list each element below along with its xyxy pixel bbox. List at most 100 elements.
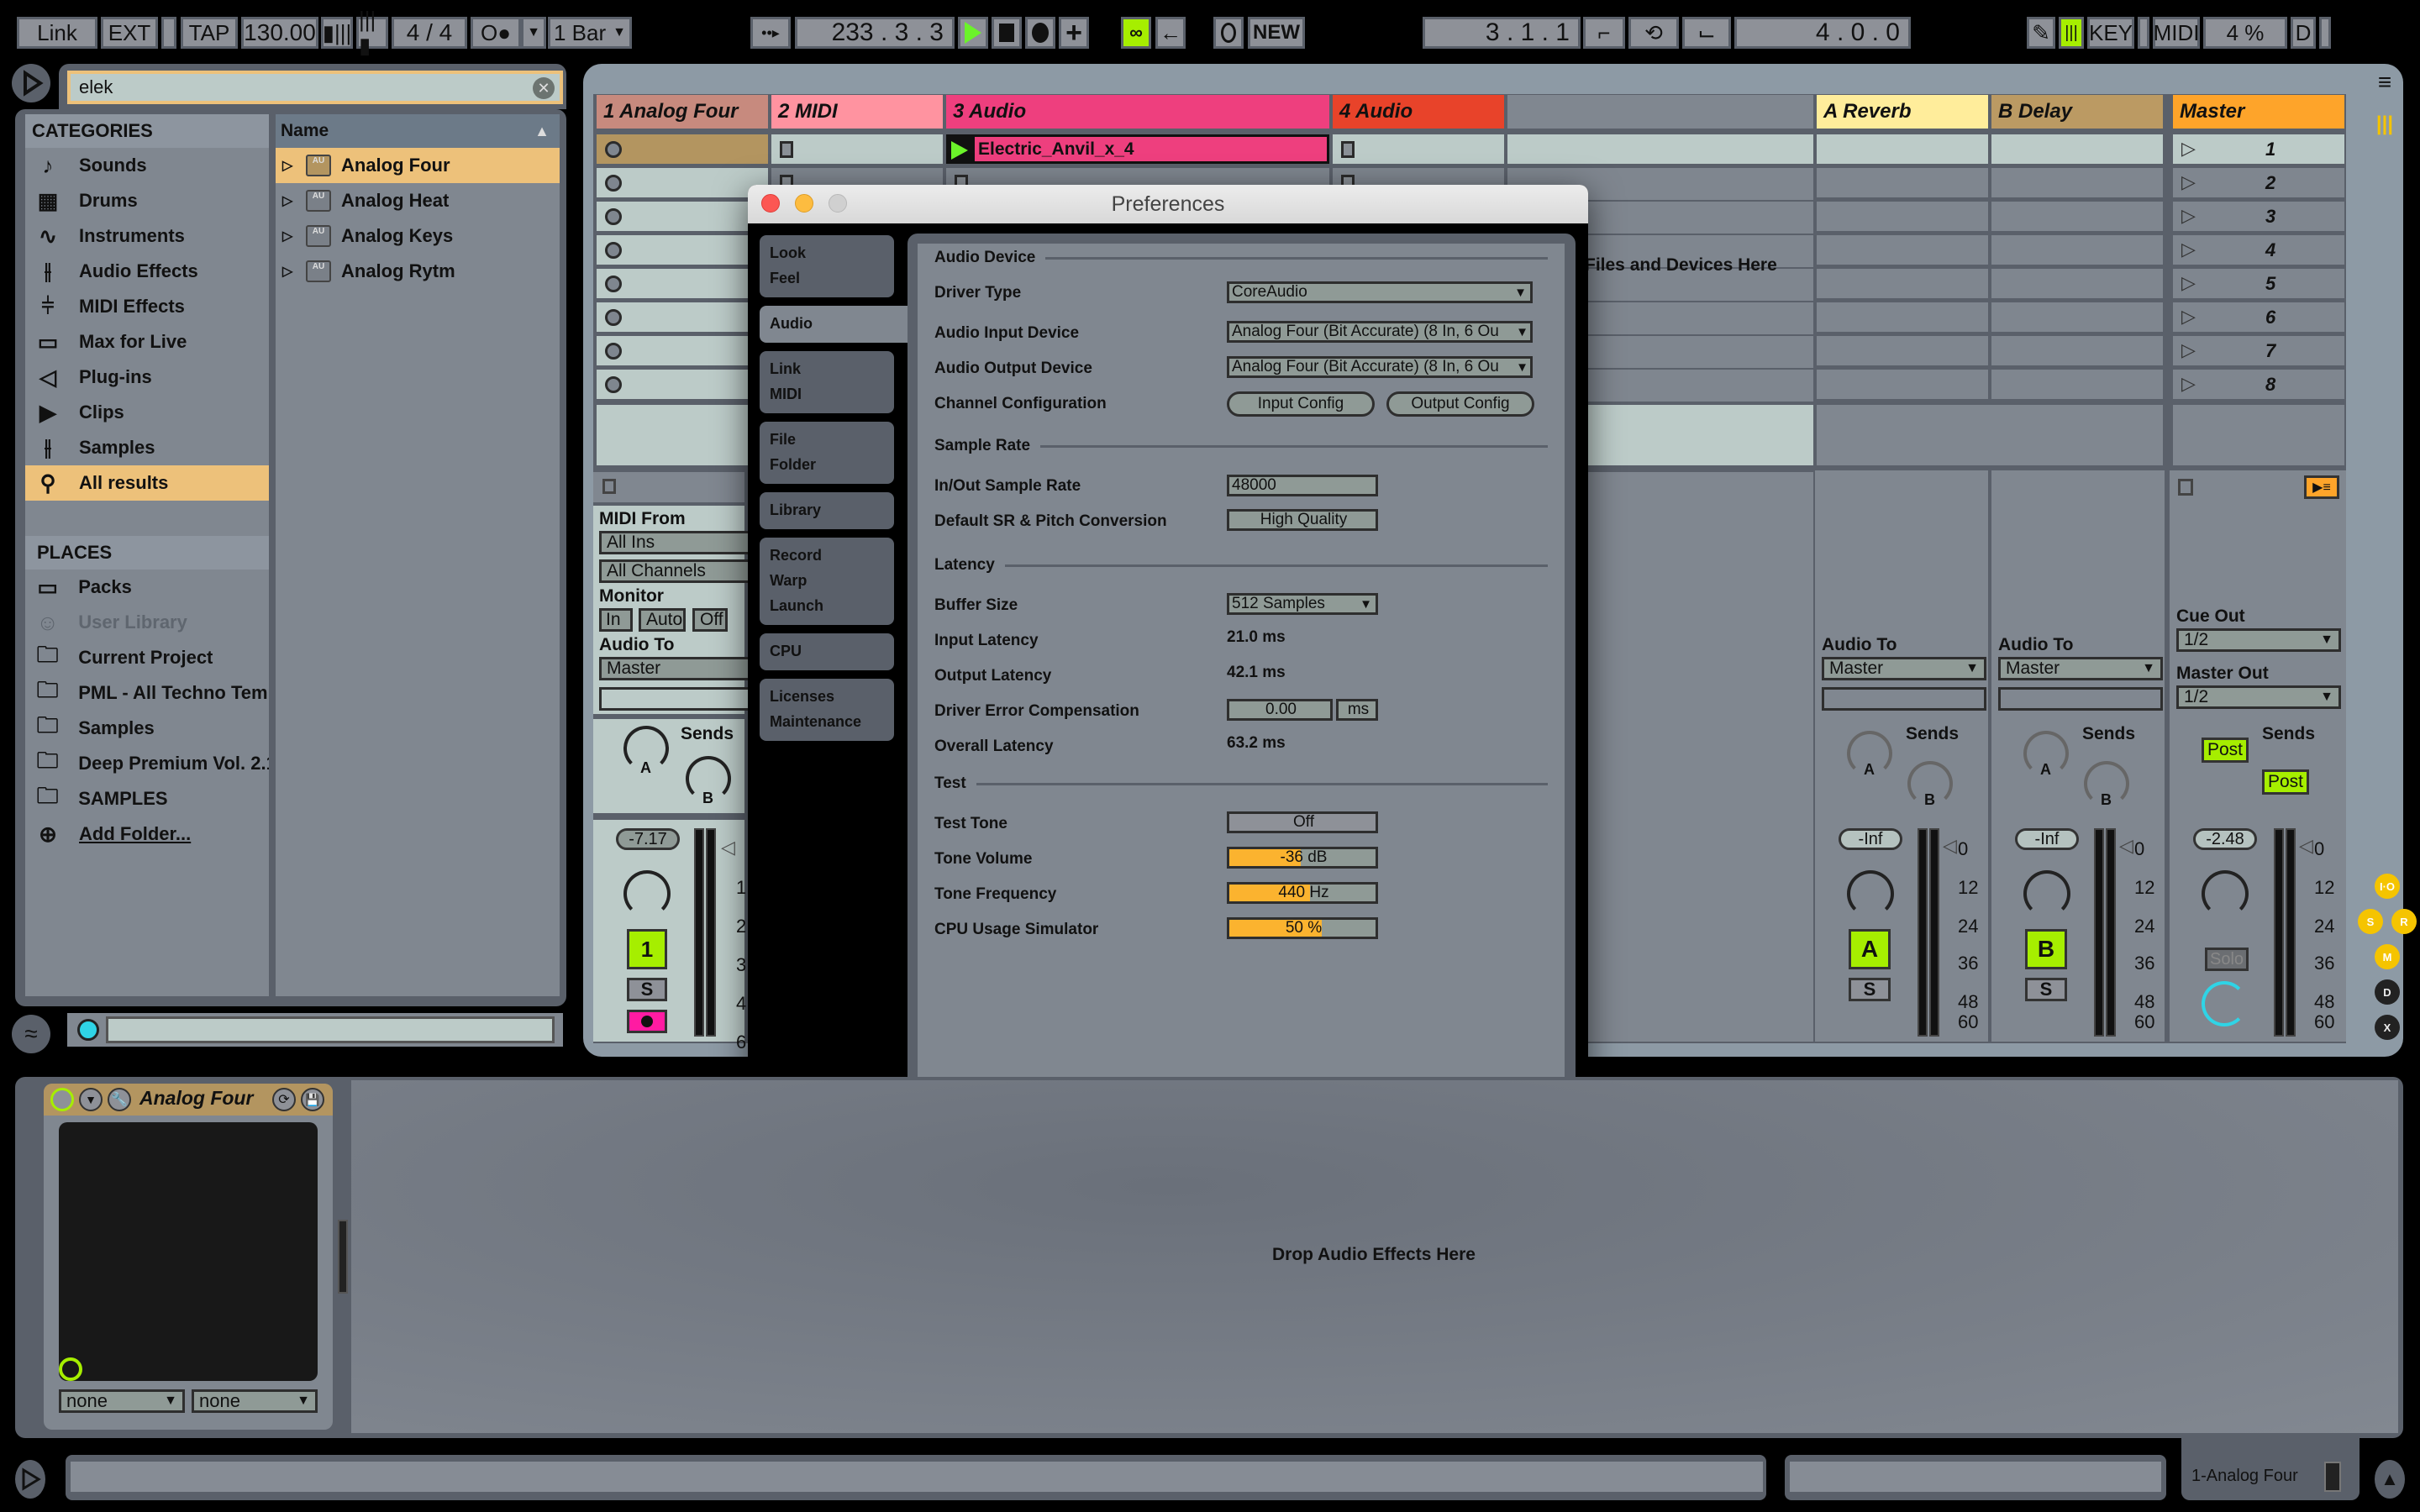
scene-play-icon[interactable]: ▷ [2181, 272, 2196, 294]
device-reload-button[interactable]: ⟳ [272, 1088, 296, 1111]
return-clip-slot[interactable] [1991, 202, 2163, 234]
place-item[interactable]: 🗀 PML - All Techno Temp [25, 675, 269, 711]
return-b-audio-to-dropdown[interactable]: Master ▼ [1998, 657, 2163, 680]
link-button[interactable]: Link [17, 17, 97, 49]
return-clip-slot[interactable] [1991, 302, 2163, 334]
category-item[interactable]: ⫩ MIDI Effects [25, 289, 269, 324]
place-item[interactable]: ☺ User Library [25, 605, 269, 640]
info-view-toggle[interactable] [15, 1460, 45, 1499]
return-clip-slot[interactable] [1991, 370, 2163, 402]
track-activator-button[interactable]: 1 [627, 929, 667, 969]
solo-button[interactable]: S [627, 978, 667, 1001]
category-item[interactable]: ▭ Max for Live [25, 324, 269, 360]
test-tone-toggle[interactable]: Off [1227, 811, 1378, 833]
monitor-in-button[interactable]: In [599, 608, 633, 632]
loop-length-field[interactable]: 4 . 0 . 0 [1734, 17, 1911, 49]
pref-tab-record[interactable]: Record Warp Launch [760, 538, 894, 625]
delay-button[interactable]: D [2375, 979, 2400, 1005]
scene-launch[interactable]: ▷ 1 [2173, 134, 2344, 166]
master-out-dropdown[interactable]: 1/2 ▼ [2176, 685, 2341, 709]
pan-knob[interactable] [623, 870, 671, 917]
clip-slot[interactable] [597, 168, 768, 200]
input-config-button[interactable]: Input Config [1227, 391, 1375, 417]
cpu-usage-simulator-slider[interactable]: 50 % [1227, 917, 1378, 939]
scene-launch[interactable]: ▷ 4 [2173, 235, 2344, 267]
draw-mode-button[interactable]: ✎ [2027, 17, 2055, 49]
output-config-button[interactable]: Output Config [1386, 391, 1534, 417]
return-clip-slot[interactable] [1817, 336, 1988, 368]
scene-play-icon[interactable]: ▷ [2181, 373, 2196, 395]
clip-slot[interactable] [597, 134, 768, 166]
quantize-dropdown[interactable]: 1 Bar ▼ [548, 17, 632, 49]
return-b-fader-handle[interactable]: ◁ [2119, 835, 2133, 857]
return-track-header[interactable]: B Delay [1991, 95, 2163, 129]
close-window-button[interactable] [761, 194, 780, 213]
track-header[interactable]: 1 Analog Four [597, 95, 768, 129]
return-b-pan-knob[interactable] [2023, 870, 2070, 917]
follow-button[interactable]: ••▸ [750, 17, 791, 49]
return-a-activator-button[interactable]: A [1849, 929, 1891, 969]
return-a-audio-to-dropdown[interactable]: Master ▼ [1822, 657, 1986, 680]
clip-slot[interactable] [771, 134, 943, 166]
computer-midi-keyboard-button[interactable]: ||| [2059, 17, 2084, 49]
hide-button[interactable]: X [2375, 1015, 2400, 1040]
return-clip-slot[interactable] [1991, 168, 2163, 200]
clip-play-icon[interactable] [951, 141, 968, 160]
category-item[interactable]: ♪ Sounds [25, 148, 269, 183]
scene-launch[interactable]: ▷ 2 [2173, 168, 2344, 200]
return-a-fader-handle[interactable]: ◁ [1943, 835, 1957, 857]
device-fold-button[interactable]: ▼ [79, 1088, 103, 1111]
play-button[interactable] [958, 17, 988, 49]
overdub-button[interactable] [1213, 17, 1244, 49]
cue-volume-knob[interactable] [2202, 981, 2247, 1026]
nudge-up-button[interactable]: |||▮ [356, 7, 388, 58]
scene-play-icon[interactable]: ▷ [2181, 339, 2196, 361]
device-drag-handle[interactable] [25, 1085, 34, 1164]
return-clip-slot[interactable] [1991, 134, 2163, 166]
clip-slot[interactable] [597, 202, 768, 234]
tone-frequency-slider[interactable]: 440 Hz [1227, 882, 1378, 904]
return-clip-slot[interactable] [1817, 370, 1988, 402]
return-clip-slot[interactable] [1991, 336, 2163, 368]
monitor-auto-button[interactable]: Auto [639, 608, 686, 632]
result-item[interactable]: ▷ AU Analog Heat [276, 183, 560, 218]
clip-slot[interactable] [597, 370, 768, 402]
scene-play-icon[interactable]: ▷ [2181, 205, 2196, 227]
groove-pool-toggle[interactable]: ≈ [12, 1015, 50, 1053]
x-param-dropdown[interactable]: none ▼ [59, 1389, 185, 1413]
crossfader-toggle-button[interactable]: ▶≡ [2304, 475, 2339, 499]
solo-mode-button[interactable]: Solo [2205, 948, 2249, 971]
xy-pad-handle[interactable] [59, 1357, 82, 1381]
detail-view-toggle[interactable]: ▲ [2375, 1460, 2405, 1499]
place-item[interactable]: ▭ Packs [25, 570, 269, 605]
preview-headphones-icon[interactable] [77, 1019, 99, 1041]
stop-button[interactable] [992, 17, 1022, 49]
scene-play-icon[interactable]: ▷ [2181, 171, 2196, 193]
time-signature-field[interactable]: 4 / 4 [392, 17, 467, 49]
pref-tab-audio[interactable]: Audio [760, 306, 911, 343]
minimize-window-button[interactable] [795, 194, 813, 213]
send-b-post-button[interactable]: Post [2262, 769, 2309, 795]
category-item[interactable]: ⚲ All results [25, 465, 269, 501]
return-b-channel-field[interactable] [1998, 687, 2163, 711]
expand-triangle-icon[interactable]: ▷ [282, 228, 299, 244]
arrangement-view-button[interactable]: ≡ [2368, 66, 2402, 99]
return-clip-slot[interactable] [1817, 168, 1988, 200]
return-b-solo-button[interactable]: S [2025, 978, 2067, 1001]
solo-xfade-button[interactable]: S [2358, 909, 2383, 934]
master-fader-handle[interactable]: ◁ [2299, 835, 2313, 857]
track-header[interactable]: 4 Audio [1333, 95, 1504, 129]
return-track-header[interactable]: A Reverb [1817, 95, 1988, 129]
monitor-off-button[interactable]: Off [692, 608, 728, 632]
return-a-volume-field[interactable]: -Inf [1839, 828, 1902, 850]
clip-slot[interactable] [597, 269, 768, 301]
return-clip-slot[interactable] [1817, 269, 1988, 301]
clip-slot[interactable] [597, 235, 768, 267]
pref-tab-look[interactable]: Look Feel [760, 235, 894, 297]
io-button[interactable]: I·O [2375, 874, 2400, 899]
expand-triangle-icon[interactable]: ▷ [282, 263, 299, 280]
master-pan-knob[interactable] [2202, 870, 2249, 917]
clip-slot[interactable] [597, 336, 768, 368]
category-item[interactable]: ∿ Instruments [25, 218, 269, 254]
record-button[interactable] [1025, 17, 1055, 49]
